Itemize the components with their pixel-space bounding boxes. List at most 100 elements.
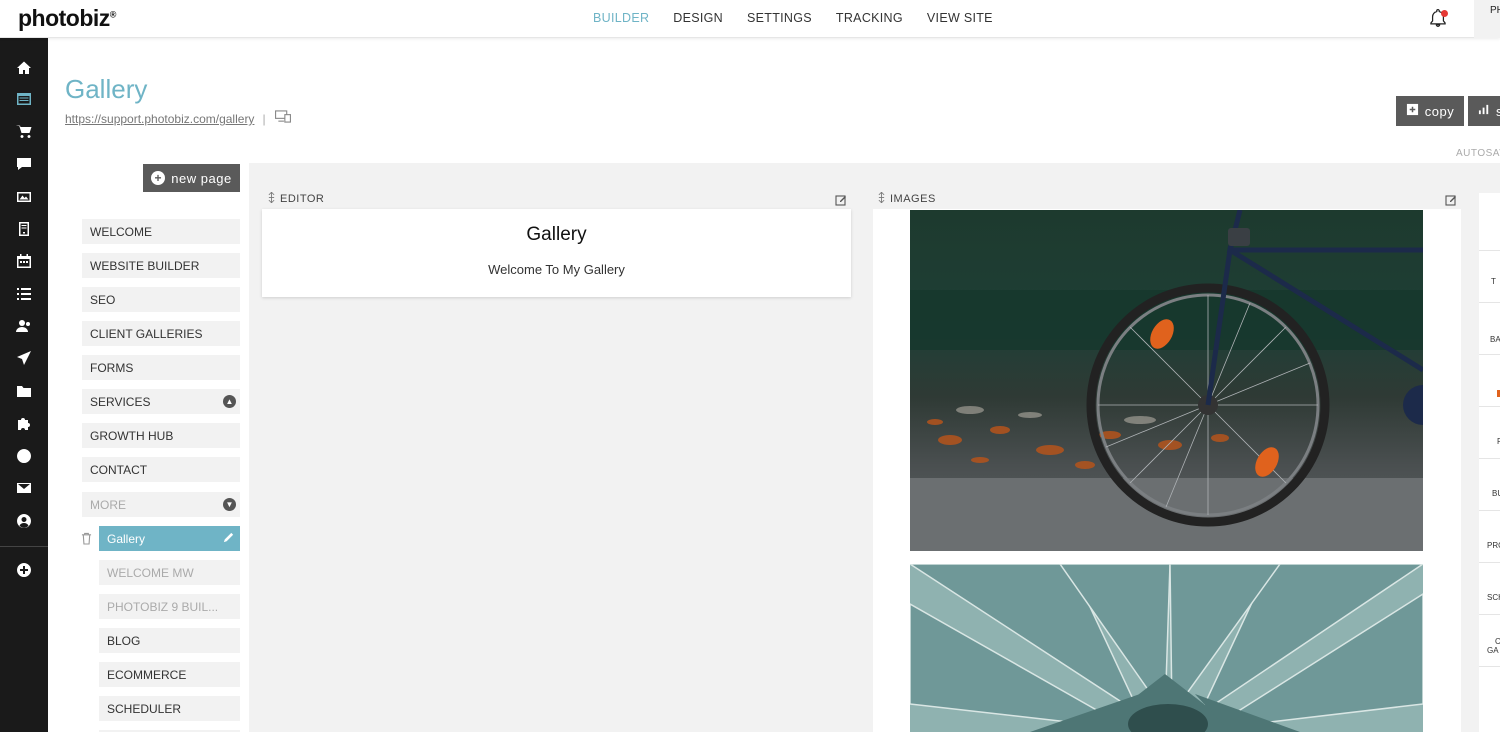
bell-icon[interactable]: [1428, 8, 1450, 30]
cart-icon[interactable]: [14, 122, 34, 142]
page-item-label: WELCOME MW: [107, 565, 194, 580]
succulent-photo[interactable]: [910, 564, 1423, 732]
edit-icon[interactable]: [1445, 193, 1457, 206]
sidebar-divider: [0, 546, 48, 547]
document-icon[interactable]: [14, 219, 34, 239]
right-panel: T BA F BU PRO SCH C GA: [1479, 193, 1500, 732]
right-panel-item[interactable]: [1479, 355, 1500, 407]
plus-icon: +: [151, 171, 166, 185]
copy-label: copy: [1424, 103, 1455, 119]
user-menu[interactable]: PH: [1474, 0, 1500, 38]
page-item-welcome[interactable]: WELCOME: [82, 219, 240, 244]
add-icon[interactable]: [14, 560, 34, 580]
nav-tracking[interactable]: TRACKING: [836, 11, 903, 25]
right-panel-item[interactable]: F: [1479, 407, 1500, 459]
editor-card[interactable]: Gallery Welcome To My Gallery: [262, 209, 851, 297]
page-item-growth-hub[interactable]: GROWTH HUB: [82, 423, 240, 448]
right-panel-label: C: [1495, 637, 1500, 646]
globe-icon[interactable]: [14, 446, 34, 466]
page-item-label: Gallery: [107, 531, 146, 546]
page-item-label: SERVICES: [90, 394, 151, 409]
page-item-label: PHOTOBIZ 9 BUIL...: [107, 599, 219, 614]
page-item-client-galleries[interactable]: CLIENT GALLERIES: [82, 321, 240, 346]
home-icon[interactable]: [14, 58, 34, 78]
page-item-label: GROWTH HUB: [90, 428, 174, 443]
url-row: https://support.photobiz.com/gallery |: [65, 110, 292, 128]
page-item-label: WEBSITE BUILDER: [90, 258, 200, 273]
page-item-more[interactable]: MORE ▼: [82, 492, 240, 517]
top-bar: photobiz® BUILDER DESIGN SETTINGS TRACKI…: [0, 0, 1500, 38]
page-item-label: BLOG: [107, 633, 141, 648]
image-icon[interactable]: [14, 187, 34, 207]
top-nav: BUILDER DESIGN SETTINGS TRACKING VIEW SI…: [593, 11, 993, 25]
send-icon[interactable]: [14, 348, 34, 368]
copy-button[interactable]: copy: [1396, 96, 1464, 126]
page-item-gallery[interactable]: Gallery: [99, 526, 240, 551]
calendar-icon[interactable]: [14, 251, 34, 271]
images-header-label: IMAGES: [890, 193, 936, 205]
copy-icon: [1406, 103, 1419, 119]
nav-settings[interactable]: SETTINGS: [747, 11, 812, 25]
page-title: Gallery: [65, 74, 148, 104]
drag-handle-icon[interactable]: [268, 191, 275, 206]
right-panel-item[interactable]: T: [1479, 251, 1500, 303]
right-panel-item[interactable]: [1479, 193, 1500, 251]
page-item-label: CLIENT GALLERIES: [90, 326, 203, 341]
chat-icon[interactable]: [14, 154, 34, 174]
stats-button[interactable]: s: [1468, 96, 1500, 126]
right-panel-item[interactable]: SCH: [1479, 563, 1500, 615]
page-item-contact[interactable]: CONTACT: [82, 457, 240, 482]
folder-icon[interactable]: [14, 381, 34, 401]
page-item-label: FORMS: [90, 360, 134, 375]
right-panel-item[interactable]: BU: [1479, 459, 1500, 511]
list-icon[interactable]: [14, 284, 34, 304]
notification-dot: [1441, 10, 1448, 17]
devices-icon[interactable]: [274, 110, 292, 128]
page-item-label: ECOMMERCE: [107, 667, 187, 682]
page-url-link[interactable]: https://support.photobiz.com/gallery: [65, 112, 254, 126]
page-item-blog[interactable]: BLOG: [99, 628, 240, 653]
pencil-icon[interactable]: [222, 531, 236, 545]
page-item-scheduler[interactable]: SCHEDULER: [99, 696, 240, 721]
nav-view-site[interactable]: VIEW SITE: [927, 11, 993, 25]
right-panel-item[interactable]: BA: [1479, 303, 1500, 355]
editor-heading: Gallery: [526, 224, 587, 245]
page-item-label: MORE: [90, 497, 126, 512]
editor-header: EDITOR: [268, 191, 325, 206]
chevron-down-icon[interactable]: ▼: [223, 498, 236, 511]
page-item-services[interactable]: SERVICES ▲: [82, 389, 240, 414]
edit-icon[interactable]: [835, 193, 847, 206]
stats-label: s: [1496, 103, 1500, 119]
puzzle-icon[interactable]: [14, 414, 34, 434]
page-item-label: SCHEDULER: [107, 701, 182, 716]
photobiz-logo[interactable]: photobiz®: [18, 5, 116, 32]
right-panel-label: GA: [1487, 646, 1499, 655]
drag-handle-icon[interactable]: [878, 191, 885, 206]
page-item-label: WELCOME: [90, 224, 153, 239]
page-item-seo[interactable]: SEO: [82, 287, 240, 312]
left-sidebar: [0, 38, 48, 732]
url-separator: |: [262, 112, 266, 126]
trash-icon[interactable]: [81, 532, 93, 546]
page-item-label: CONTACT: [90, 462, 148, 477]
page-item-forms[interactable]: FORMS: [82, 355, 240, 380]
users-icon[interactable]: [14, 316, 34, 336]
mail-icon[interactable]: [14, 478, 34, 498]
editor-header-label: EDITOR: [280, 193, 325, 205]
nav-builder[interactable]: BUILDER: [593, 11, 649, 25]
page-item-welcome-mw[interactable]: WELCOME MW: [99, 560, 240, 585]
nav-design[interactable]: DESIGN: [673, 11, 723, 25]
right-panel-item[interactable]: PRO: [1479, 511, 1500, 563]
autosave-label: AUTOSAV: [1456, 148, 1500, 159]
chevron-up-icon[interactable]: ▲: [223, 395, 236, 408]
new-page-button[interactable]: + new page: [143, 164, 240, 192]
bar-chart-icon: [1478, 103, 1491, 119]
account-icon[interactable]: [14, 511, 34, 531]
page-item-website-builder[interactable]: WEBSITE BUILDER: [82, 253, 240, 278]
builder-icon[interactable]: [14, 89, 34, 109]
page-item-ecommerce[interactable]: ECOMMERCE: [99, 662, 240, 687]
right-panel-item[interactable]: C GA: [1479, 615, 1500, 667]
bicycle-photo[interactable]: [910, 210, 1423, 551]
page-item-photobiz-9[interactable]: PHOTOBIZ 9 BUIL...: [99, 594, 240, 619]
images-header: IMAGES: [878, 191, 936, 206]
